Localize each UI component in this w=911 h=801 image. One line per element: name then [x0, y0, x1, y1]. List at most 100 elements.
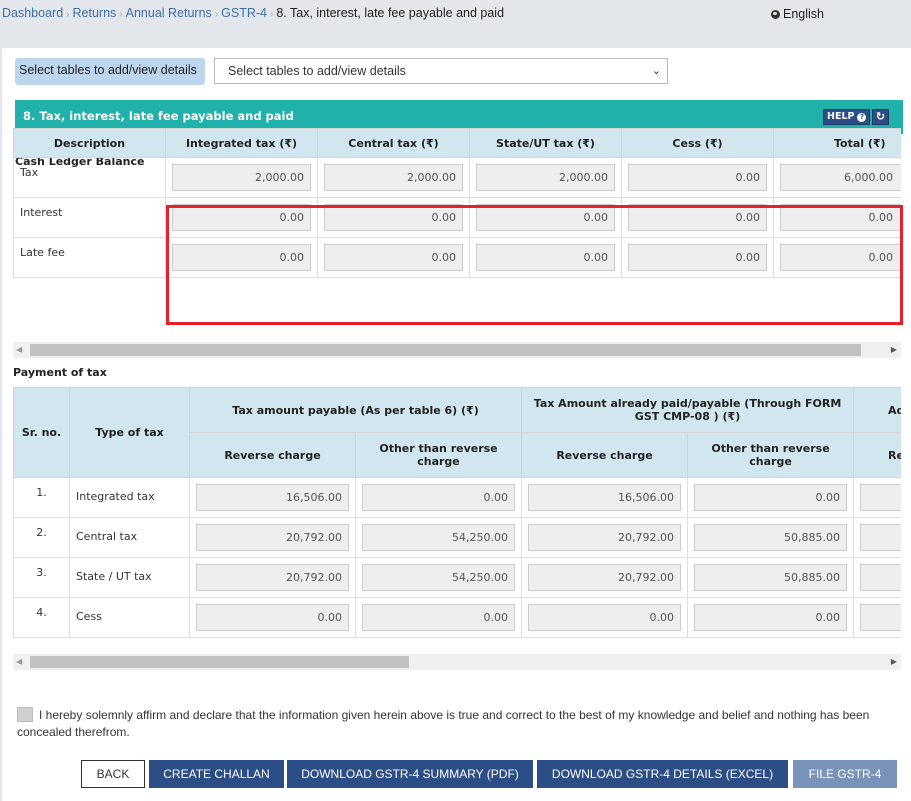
column-header: Reverse charge [189, 432, 356, 478]
value-field: 0.00 [628, 244, 767, 271]
cash-ledger-header-row: Description Integrated tax (₹) Central t… [13, 128, 901, 158]
column-header: Integrated tax (₹) [165, 128, 318, 158]
value-field: 0.00 [172, 244, 311, 271]
value-field: 20,792.00 [528, 524, 682, 551]
declaration-text: I hereby solemnly affirm and declare tha… [17, 708, 870, 739]
tax-type: Cess [69, 597, 190, 638]
value-field [860, 524, 901, 551]
value-field: 0.00 [780, 244, 901, 271]
value-field: 6,000.00 [780, 164, 901, 191]
value-field: 54,250.00 [362, 564, 516, 591]
value-field: 2,000.00 [172, 164, 311, 191]
value-field: 20,792.00 [528, 564, 682, 591]
breadcrumb-separator: › [269, 9, 274, 20]
cash-ledger-table-container: Description Integrated tax (₹) Central t… [13, 128, 901, 278]
column-group-header: Ad [853, 387, 901, 433]
scroll-left-icon[interactable]: ◀ [16, 657, 22, 666]
value-field: 20,792.00 [196, 564, 349, 591]
question-circle-icon: ? [857, 112, 867, 122]
value-field: 0.00 [628, 204, 767, 231]
breadcrumb-dashboard[interactable]: Dashboard [2, 6, 63, 20]
declaration-checkbox[interactable] [17, 707, 33, 722]
scrollbar-thumb[interactable] [30, 344, 861, 356]
value-field: 0.00 [324, 204, 463, 231]
table-row: 1. Integrated tax 16,506.00 0.00 16,506.… [13, 477, 901, 518]
value-field [860, 604, 901, 631]
value-field [860, 564, 901, 591]
help-label: HELP [827, 111, 855, 122]
tax-type: Central tax [69, 517, 190, 558]
serial-number: 2. [13, 517, 70, 558]
breadcrumb-annual-returns[interactable]: Annual Returns [126, 6, 212, 20]
scrollbar-thumb[interactable] [30, 656, 409, 668]
value-field: 0.00 [476, 204, 615, 231]
column-header: Other than reverse charge [354, 432, 523, 478]
value-field: 20,792.00 [196, 524, 349, 551]
payment-heading: Payment of tax [13, 366, 107, 379]
table-row: Tax 2,000.00 2,000.00 2,000.00 0.00 6,00… [13, 157, 901, 198]
value-field: 50,885.00 [694, 564, 848, 591]
row-description: Interest [13, 197, 166, 238]
value-field: 0.00 [172, 204, 311, 231]
value-field [860, 484, 901, 511]
refresh-icon: ↻ [875, 110, 886, 123]
breadcrumb-gstr4[interactable]: GSTR-4 [221, 6, 267, 20]
cash-ledger-scrollbar[interactable]: ◀ ▶ [13, 342, 901, 358]
language-selector[interactable]: English [771, 7, 824, 21]
column-header: Total (₹) [773, 128, 901, 158]
breadcrumb: Dashboard › Returns › Annual Returns › GSTR-4 ›… [2, 6, 504, 20]
column-header: Type of tax [69, 387, 190, 478]
value-field: 50,885.00 [694, 524, 848, 551]
value-field: 54,250.00 [362, 524, 516, 551]
breadcrumb-returns[interactable]: Returns [73, 6, 117, 20]
table-row: 2. Central tax 20,792.00 54,250.00 20,79… [13, 517, 901, 558]
section-title: 8. Tax, interest, late fee payable and p… [23, 109, 294, 123]
table-row: Interest 0.00 0.00 0.00 0.00 0.00 [13, 197, 901, 238]
chevron-down-icon: ⌄ [651, 65, 661, 77]
column-header: Cess (₹) [621, 128, 774, 158]
value-field: 0.00 [324, 244, 463, 271]
help-button[interactable]: HELP ? [823, 109, 871, 125]
value-field: 2,000.00 [476, 164, 615, 191]
table-selector-value: Select tables to add/view details [228, 64, 406, 78]
file-gstr4-button[interactable]: FILE GSTR-4 [793, 760, 897, 788]
column-header: Re [853, 432, 901, 478]
column-group-header: Tax amount payable (As per table 6) (₹) [188, 387, 523, 433]
table-selector-label: Select tables to add/view details [15, 58, 205, 85]
serial-number: 4. [13, 597, 70, 638]
back-button[interactable]: BACK [81, 760, 145, 788]
payment-table-container: Sr. no. Type of tax Tax amount payable (… [13, 387, 901, 639]
row-description: Tax [13, 157, 166, 198]
value-field: 0.00 [694, 604, 848, 631]
breadcrumb-separator: › [214, 9, 219, 20]
column-header: State/UT tax (₹) [469, 128, 622, 158]
download-summary-pdf-button[interactable]: DOWNLOAD GSTR-4 SUMMARY (PDF) [287, 760, 533, 788]
scroll-right-icon[interactable]: ▶ [891, 657, 897, 666]
scroll-left-icon[interactable]: ◀ [16, 345, 22, 354]
table-row: 4. Cess 0.00 0.00 0.00 0.00 [13, 597, 901, 638]
language-label: English [783, 7, 824, 21]
breadcrumb-separator: › [66, 9, 70, 20]
globe-icon [771, 9, 780, 19]
value-field: 0.00 [780, 204, 901, 231]
create-challan-button[interactable]: CREATE CHALLAN [149, 760, 284, 788]
download-details-excel-button[interactable]: DOWNLOAD GSTR-4 DETAILS (EXCEL) [537, 760, 788, 788]
row-description: Late fee [13, 237, 166, 278]
table-selector-dropdown[interactable]: Select tables to add/view details ⌄ [214, 58, 668, 84]
value-field: 0.00 [362, 484, 516, 511]
scroll-right-icon[interactable]: ▶ [891, 345, 897, 354]
refresh-button[interactable]: ↻ [872, 109, 889, 125]
top-bar: Dashboard › Returns › Annual Returns › GSTR-4 ›… [0, 0, 911, 48]
value-field: 16,506.00 [528, 484, 682, 511]
column-header: Description [13, 128, 166, 158]
column-header: Reverse charge [521, 432, 689, 478]
payment-table-scrollbar[interactable]: ◀ ▶ [13, 654, 901, 670]
breadcrumb-separator: › [119, 9, 123, 20]
value-field: 0.00 [476, 244, 615, 271]
payment-table: Sr. no. Type of tax Tax amount payable (… [13, 387, 901, 638]
value-field: 16,506.00 [196, 484, 349, 511]
table-row: 3. State / UT tax 20,792.00 54,250.00 20… [13, 557, 901, 598]
value-field: 2,000.00 [324, 164, 463, 191]
column-header: Other than reverse charge [687, 432, 855, 478]
column-group-header: Tax Amount already paid/payable (Through… [521, 387, 855, 433]
